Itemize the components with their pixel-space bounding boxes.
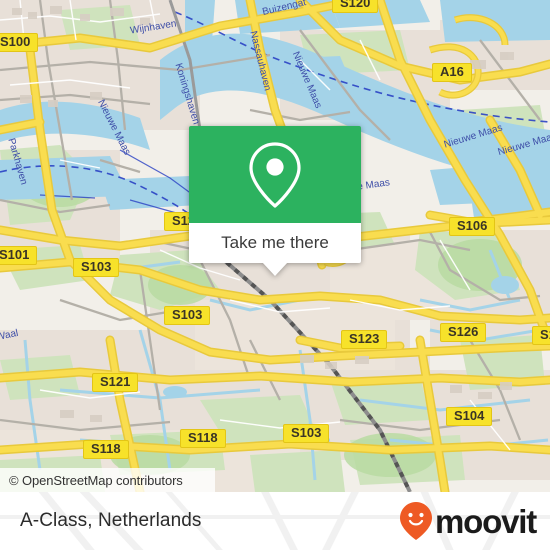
road-shield-s106: S106 — [449, 217, 496, 236]
road-shield-s101: S101 — [0, 246, 38, 265]
take-me-there-button[interactable]: Take me there — [189, 223, 361, 263]
road-shield-s100: S100 — [0, 33, 39, 52]
road-shield-s120-top: S120 — [332, 0, 379, 13]
popup-image-panel — [189, 126, 361, 223]
destination-popup[interactable]: Take me there — [189, 126, 361, 276]
take-me-there-label: Take me there — [221, 233, 329, 252]
road-shield-s1-edge: S1 — [532, 326, 550, 345]
moovit-smiley-pin-icon — [400, 502, 433, 540]
attribution-text: © OpenStreetMap contributors — [9, 472, 183, 488]
road-shield-s103-a: S103 — [73, 258, 120, 277]
map-view[interactable]: S100 S120 A16 S120 S106 S101 S103 S103 S… — [0, 0, 550, 492]
road-shield-a16: A16 — [432, 63, 472, 82]
road-shield-s121: S121 — [92, 373, 139, 392]
road-shield-s118-a: S118 — [83, 440, 129, 459]
location-pin-icon — [249, 141, 301, 208]
footer-bar: A-Class, Netherlands moovit — [0, 492, 550, 550]
place-title: A-Class, Netherlands — [20, 510, 202, 531]
moovit-map-screenshot: S100 S120 A16 S120 S106 S101 S103 S103 S… — [0, 0, 550, 550]
road-shield-s118-b: S118 — [180, 429, 226, 448]
moovit-wordmark: moovit — [435, 502, 537, 540]
road-shield-s123: S123 — [341, 330, 388, 349]
road-shield-s103-c: S103 — [283, 424, 330, 443]
popup-pointer — [262, 262, 288, 276]
road-shield-s126: S126 — [440, 323, 487, 342]
road-shield-s104: S104 — [446, 407, 493, 426]
road-shield-s103-b: S103 — [164, 306, 211, 325]
map-attribution[interactable]: © OpenStreetMap contributors — [0, 468, 215, 492]
moovit-logo: moovit — [399, 501, 537, 541]
